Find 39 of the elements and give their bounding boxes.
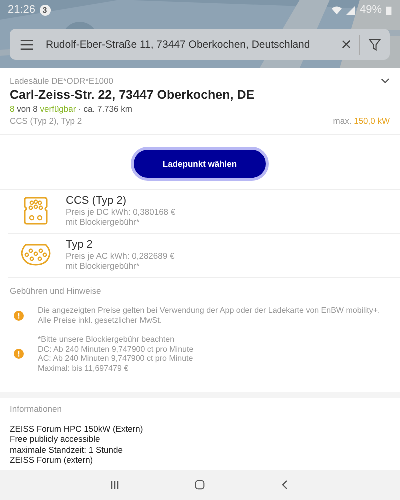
total-count: von 8: [17, 104, 38, 114]
distance: · ca. 7.736 km: [78, 104, 132, 114]
battery-icon: [386, 6, 392, 14]
close-icon[interactable]: [342, 40, 351, 49]
available-count: 8: [10, 104, 15, 114]
signal-icon: [346, 6, 356, 14]
menu-icon[interactable]: [20, 38, 34, 50]
availability-label: verfügbar: [40, 104, 76, 114]
info-icon: [14, 349, 24, 360]
station-address: Carl-Zeiss-Str. 22, 73447 Oberkochen, DE: [10, 88, 256, 102]
search-bar[interactable]: Rudolf-Eber-Straße 11, 73447 Oberkochen, Deutschland: [10, 29, 390, 60]
info-text: ZEISS Forum HPC 150kW (Extern) Free publicly accessible maximale Standzeit: 1 Stunde ZEISS Forum (extern): [10, 424, 144, 466]
connector-name: Typ 2: [66, 239, 94, 251]
back-icon[interactable]: [280, 480, 290, 490]
wifi-icon: [332, 6, 342, 14]
fee-note: Die angezeigten Preise gelten bei Verwendung der App oder der Ladekarte von EnBW mobility+. Alle Preise inkl. gesetzlicher MwSt.: [38, 306, 382, 326]
connector-summary: CCS (Typ 2), Typ 2: [10, 116, 82, 126]
search-field[interactable]: Rudolf-Eber-Straße 11, 73447 Oberkochen, Deutschland: [46, 38, 334, 50]
recent-apps-icon[interactable]: [110, 480, 120, 490]
filter-icon[interactable]: [368, 38, 382, 50]
home-icon[interactable]: [195, 480, 205, 490]
battery-level: 49%: [360, 4, 382, 16]
section-heading: Informationen: [10, 404, 63, 414]
fee-note: *Bitte unsere Blockiergebühr beachten DC: Ab 240 Minuten 9,747900 ct pro Minute AC: Ab 240 Minuten 9,747900 ct pro Minute Maximal: bis 11,697479 €: [38, 335, 194, 374]
connector-note: mit Blockiergebühr*: [66, 217, 141, 227]
chevron-down-icon[interactable]: [381, 78, 390, 84]
connector-note: mit Blockiergebühr*: [66, 261, 141, 271]
max-power: 150,0 kW: [354, 116, 390, 126]
choose-chargepoint-button[interactable]: Ladepunkt wählen: [131, 147, 269, 181]
station-id: Ladesäule DE*ODR*E1000: [10, 76, 114, 86]
section-heading: Gebühren und Hinweise: [10, 286, 102, 296]
ccs-plug-icon: [24, 197, 48, 225]
max-label: max.: [333, 116, 352, 126]
connector-price: Preis je DC kWh: 0,380168 €: [66, 207, 176, 217]
connector-name: CCS (Typ 2): [66, 195, 128, 207]
status-time: 21:26: [8, 4, 36, 16]
info-icon: [14, 310, 24, 321]
type2-plug-icon: [21, 244, 51, 266]
connector-price: Preis je AC kWh: 0,282689 €: [66, 251, 175, 261]
